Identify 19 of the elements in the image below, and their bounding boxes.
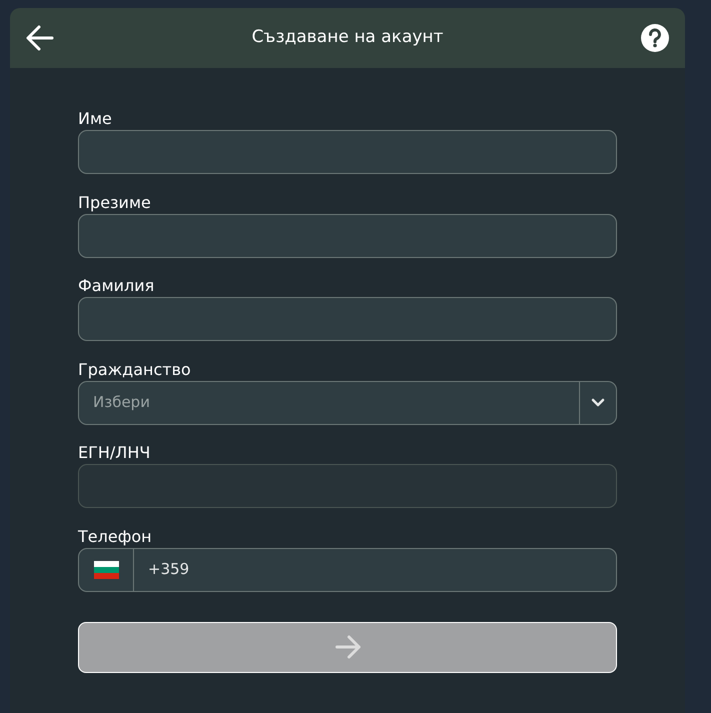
field-label: Гражданство [78, 358, 192, 380]
field-label: Презиме [78, 192, 152, 214]
phone-field[interactable]: +359 [78, 548, 617, 592]
back-arrow-icon[interactable] [26, 25, 54, 51]
field-label: Телефон [78, 526, 153, 548]
text-field[interactable] [78, 214, 617, 258]
text-field[interactable] [78, 297, 617, 341]
select-placeholder: Избери [92, 392, 151, 414]
field-label: Име [78, 108, 113, 130]
help-icon[interactable] [641, 24, 669, 52]
header-title: Създаване на акаунт [252, 26, 444, 50]
text-field[interactable] [78, 130, 617, 174]
chevron-down-icon [591, 398, 605, 407]
select-field[interactable]: Избери [78, 380, 617, 424]
arrow-right-icon [334, 635, 360, 659]
phone-value: +359 [147, 559, 190, 580]
field-label: Фамилия [78, 275, 156, 297]
field-label: ЕГН/ЛНЧ [78, 442, 152, 464]
flag-icon [94, 560, 118, 578]
